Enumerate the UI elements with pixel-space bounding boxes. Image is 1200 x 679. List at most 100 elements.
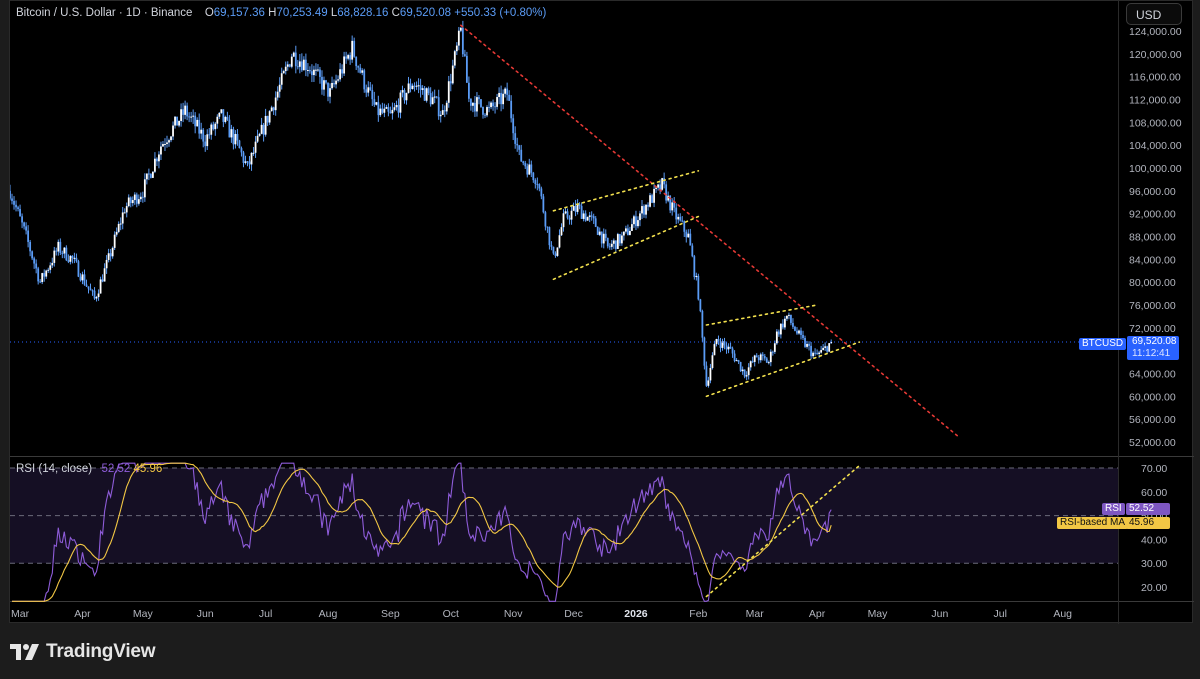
- candle-body: [383, 108, 386, 113]
- price-axis-tick: 96,000.00: [1129, 186, 1176, 198]
- candle-body: [508, 94, 511, 101]
- candle-body: [542, 196, 545, 213]
- candle-body: [574, 206, 577, 212]
- price-axis-tick: 120,000.00: [1129, 49, 1182, 61]
- candle-body: [633, 216, 635, 225]
- candle-body: [286, 64, 289, 67]
- chart-canvas[interactable]: 124,000.00 120,000.00 116,000.00 112,000.00…: [9, 1, 1194, 624]
- candle-body: [113, 234, 116, 248]
- candle-body: [226, 116, 229, 120]
- candle-body: [631, 224, 633, 231]
- candle-body: [63, 247, 66, 254]
- rsi-axis-tick: 70.00: [1141, 463, 1167, 475]
- candle-body: [618, 234, 621, 244]
- candle-body: [369, 87, 372, 91]
- candle-body: [339, 69, 341, 80]
- candle-body: [123, 212, 126, 214]
- candle-body: [647, 204, 649, 207]
- candle-body: [709, 367, 712, 381]
- candle-body: [463, 54, 466, 56]
- candle-body: [359, 67, 362, 73]
- candle-body: [196, 119, 199, 127]
- candle-body: [494, 106, 496, 108]
- rsi-axis-tick: 60.00: [1141, 487, 1167, 499]
- candle-body: [329, 88, 331, 97]
- candle-body: [327, 82, 329, 97]
- candle-body: [145, 173, 148, 180]
- candle-body: [794, 326, 796, 331]
- time-axis-tick: Apr: [74, 608, 91, 620]
- candle-body: [435, 96, 438, 98]
- candle-body: [35, 263, 38, 269]
- candle-body: [566, 211, 569, 218]
- time-axis-tick: Apr: [809, 608, 826, 620]
- rsi-ma-legend-value: 45.96: [133, 463, 163, 475]
- close-key: C: [391, 7, 400, 19]
- candle-body: [256, 135, 259, 142]
- candle-body: [315, 69, 317, 71]
- chart-area[interactable]: 124,000.00 120,000.00 116,000.00 112,000.00…: [9, 0, 1194, 624]
- candle-body: [19, 209, 21, 217]
- rsi-tag-label: RSI: [1102, 503, 1125, 515]
- time-axis-tick: Aug: [319, 608, 338, 620]
- candle-body: [401, 90, 404, 93]
- candle-body: [268, 111, 271, 123]
- candle-body: [616, 234, 619, 249]
- symbol-title: Bitcoin / U.S. Dollar · 1D · Binance: [16, 7, 193, 19]
- candle-body: [415, 85, 418, 87]
- time-axis-tick: Nov: [504, 608, 523, 620]
- candle-body: [784, 318, 786, 328]
- candle-body: [600, 231, 603, 244]
- candle-body: [421, 88, 424, 90]
- candle-body: [765, 358, 768, 363]
- candle-body: [731, 348, 734, 354]
- tradingview-logo[interactable]: TradingView: [10, 641, 156, 663]
- candle-body: [25, 226, 28, 231]
- candle-body: [23, 222, 25, 227]
- candle-body: [719, 342, 722, 348]
- candle-body: [296, 66, 299, 68]
- candle-body: [627, 228, 629, 235]
- candle-body: [190, 116, 193, 118]
- candle-body: [313, 69, 315, 76]
- candle-body: [125, 206, 128, 213]
- candle-body: [723, 341, 726, 346]
- candle-body: [767, 362, 770, 364]
- candle-body: [135, 194, 138, 204]
- candle-body: [427, 88, 430, 94]
- rsi-ma-tag-value: 45.96: [1126, 517, 1170, 529]
- candle-body: [701, 311, 704, 338]
- candle-body: [570, 210, 573, 220]
- candle-body: [737, 360, 740, 362]
- candle-body: [363, 70, 366, 90]
- candle-body: [637, 220, 639, 227]
- candle-body: [800, 330, 802, 335]
- candle-body: [182, 109, 184, 115]
- candle-body: [158, 154, 160, 162]
- candle-body: [276, 91, 279, 98]
- candle-body: [184, 105, 187, 115]
- candle-body: [109, 253, 112, 257]
- candle-body: [548, 227, 551, 246]
- candle-body: [89, 288, 92, 291]
- time-axis-tick: Sep: [381, 608, 400, 620]
- candle-body: [395, 104, 398, 108]
- candle-body: [639, 213, 641, 221]
- open-value: 69,157.36: [213, 7, 265, 19]
- candle-body: [441, 110, 444, 115]
- candle-body: [397, 104, 400, 113]
- candle-body: [115, 231, 118, 235]
- candle-body: [802, 334, 804, 338]
- candle-body: [683, 221, 686, 232]
- candle-body: [13, 200, 15, 205]
- time-axis-tick: Jun: [931, 608, 948, 620]
- candle-body: [105, 259, 108, 269]
- candle-body: [43, 273, 46, 277]
- candle-body: [266, 115, 269, 123]
- candle-body: [417, 85, 420, 87]
- rsi-axis-tick: 40.00: [1141, 534, 1167, 546]
- candle-body: [514, 133, 517, 144]
- candle-body: [168, 140, 170, 143]
- candle-body: [614, 240, 617, 249]
- currency-button[interactable]: USD: [1126, 3, 1182, 25]
